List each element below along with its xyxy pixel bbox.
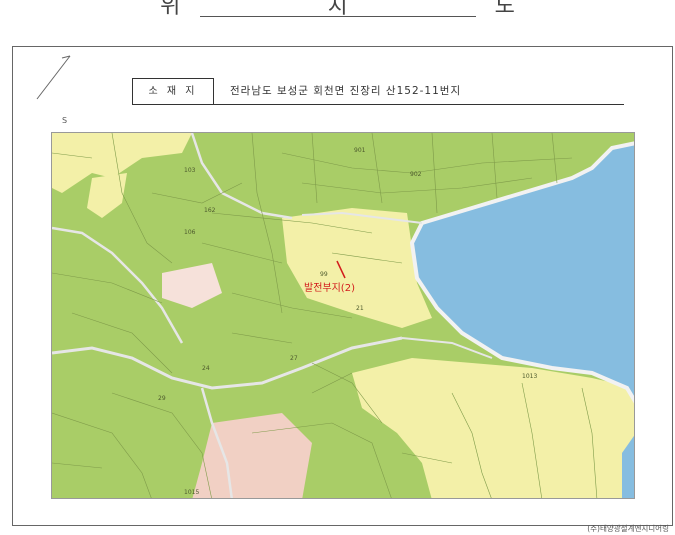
footer-credit: (주)태양광설계엔지니어링 bbox=[587, 524, 669, 533]
parcel-label: 21 bbox=[356, 305, 364, 312]
parcel-label: 901 bbox=[354, 147, 366, 154]
road-main bbox=[52, 336, 403, 390]
scale-note: S bbox=[62, 116, 68, 125]
parcel-label: 24 bbox=[202, 365, 210, 372]
parcel-label: 27 bbox=[290, 355, 298, 362]
parcel-label: 1013 bbox=[522, 373, 538, 380]
map-graphics bbox=[52, 133, 634, 498]
parcel-label: 106 bbox=[184, 229, 196, 236]
title-underline bbox=[200, 16, 476, 17]
location-label: 소 재 지 bbox=[132, 78, 214, 104]
farmland-area-pink bbox=[192, 413, 312, 498]
farmland-area-south bbox=[352, 358, 634, 498]
farmland-area-north bbox=[87, 173, 127, 218]
location-row: 소 재 지 전라남도 보성군 회천면 진장리 산152-11번지 bbox=[132, 78, 624, 105]
parcel-label: 103 bbox=[184, 167, 196, 174]
page-title: 위 치 도 bbox=[160, 0, 585, 19]
farmland-area-pink2 bbox=[162, 263, 222, 308]
cadastral-map[interactable]: 발전부지(2) 103 162 106 901 902 99 21 1013 2… bbox=[51, 132, 635, 499]
parcel-label: 99 bbox=[320, 271, 328, 278]
location-address: 전라남도 보성군 회천면 진장리 산152-11번지 bbox=[230, 85, 462, 97]
parcel-label: 1015 bbox=[184, 489, 200, 496]
parcel-label: 162 bbox=[204, 207, 216, 214]
parcel-label: 902 bbox=[410, 171, 422, 178]
road-north bbox=[190, 133, 293, 220]
parcel-label: 29 bbox=[158, 395, 166, 402]
north-arrow-icon bbox=[36, 55, 71, 100]
site-label: 발전부지(2) bbox=[304, 283, 355, 294]
